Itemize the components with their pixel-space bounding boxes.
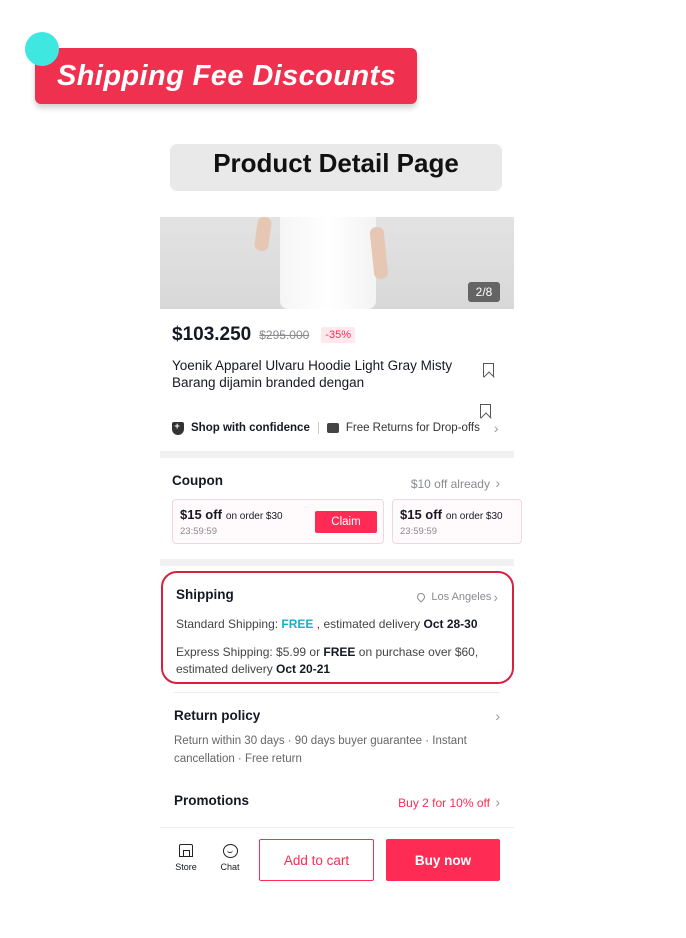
divider — [174, 692, 500, 693]
shipping-location[interactable]: Los Angeles › — [415, 589, 498, 605]
model-garment — [280, 217, 376, 309]
chat-label: Chat — [220, 862, 240, 872]
page-label-box: Product Detail Page — [170, 144, 502, 191]
coupon-condition: on order $30 — [225, 511, 283, 522]
truck-icon — [326, 423, 339, 433]
price-row: $103.250 $295.000 -35% — [172, 324, 355, 346]
bottom-action-bar: Store Chat Add to cart Buy now — [160, 827, 514, 885]
coupon-condition: on order $30 — [445, 511, 503, 522]
store-icon — [179, 844, 193, 857]
bookmark-icon[interactable] — [480, 404, 491, 418]
return-policy-title[interactable]: Return policy — [174, 708, 260, 723]
chevron-right-icon: › — [493, 589, 498, 605]
chevron-right-icon: › — [495, 794, 500, 810]
chevron-right-icon: › — [493, 420, 499, 436]
shipping-section[interactable]: Shipping Los Angeles › Standard Shipping… — [161, 571, 514, 684]
coupon-card[interactable]: $15 off on order $30 23:59:59 Claim — [172, 499, 384, 544]
promotions-title: Promotions — [174, 793, 250, 808]
coupon-amount: $15 off on order $30 — [400, 507, 503, 522]
section-divider — [160, 451, 514, 458]
product-detail-screen: 2/8 $103.250 $295.000 -35% Yoenik Appare… — [160, 217, 522, 897]
image-counter: 2/8 — [468, 282, 500, 302]
free-returns-label: Free Returns for Drop-offs — [345, 422, 480, 434]
buy-now-button[interactable]: Buy now — [386, 839, 500, 881]
claim-button[interactable]: Claim — [315, 511, 377, 533]
shop-confidence-label: Shop with confidence — [191, 422, 310, 434]
standard-shipping-line: Standard Shipping: FREE , estimated deli… — [176, 617, 478, 631]
promotions-link[interactable]: Buy 2 for 10% off › — [398, 794, 500, 810]
store-label: Store — [175, 862, 197, 872]
coupon-timer: 23:59:59 — [400, 526, 437, 537]
return-policy-text: Return within 30 days · 90 days buyer gu… — [174, 735, 467, 765]
product-title: Yoenik Apparel Ulvaru Hoodie Light Gray … — [172, 358, 453, 390]
divider — [317, 422, 319, 434]
chat-icon — [222, 844, 238, 858]
section-divider — [160, 559, 514, 566]
coupon-link[interactable]: $10 off already › — [411, 475, 500, 491]
current-price: $103.250 — [172, 324, 252, 345]
banner-title: Shipping Fee Discounts — [57, 59, 397, 92]
store-button[interactable]: Store — [169, 844, 203, 872]
location-pin-icon — [415, 591, 428, 603]
feature-banner: Shipping Fee Discounts — [35, 48, 417, 104]
express-shipping-line: Express Shipping: $5.99 or FREE on purch… — [176, 645, 479, 676]
model-arm-left — [253, 217, 273, 252]
coupon-title: Coupon — [172, 473, 223, 488]
chevron-right-icon: › — [495, 475, 500, 491]
coupon-timer: 23:59:59 — [180, 526, 217, 537]
product-image[interactable]: 2/8 — [160, 217, 514, 309]
bookmark-icon[interactable] — [483, 363, 494, 377]
shield-icon — [172, 421, 184, 435]
chat-button[interactable]: Chat — [213, 844, 247, 872]
coupon-card[interactable]: $15 off on order $30 23:59:59 — [392, 499, 522, 544]
discount-badge: -35% — [321, 327, 355, 343]
original-price: $295.000 — [259, 328, 310, 342]
trust-row[interactable]: Shop with confidence Free Returns for Dr… — [172, 420, 502, 436]
banner-decoration-dot — [25, 32, 59, 66]
shipping-title: Shipping — [176, 587, 234, 602]
add-to-cart-button[interactable]: Add to cart — [259, 839, 374, 881]
chevron-right-icon[interactable]: › — [495, 708, 500, 724]
coupon-amount: $15 off on order $30 — [180, 507, 283, 522]
page-label: Product Detail Page — [213, 148, 459, 178]
